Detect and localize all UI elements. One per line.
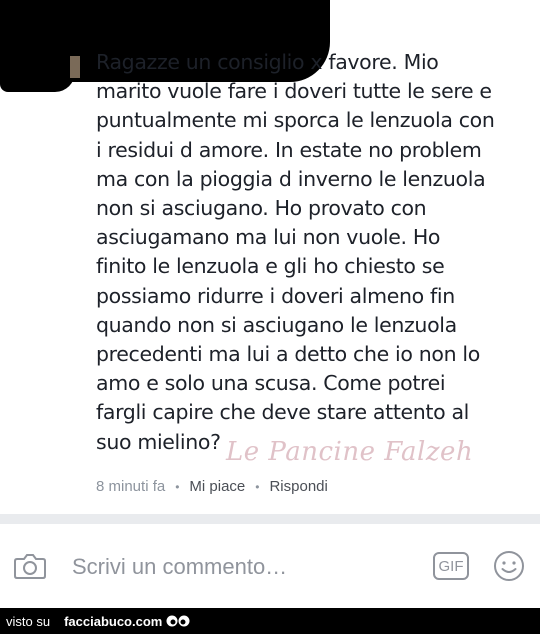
comment-body: Ragazze un consiglio x favore. Mio marit… <box>96 50 495 454</box>
camera-icon[interactable] <box>14 552 46 580</box>
site-footer: visto su facciabuco.com <box>0 608 540 634</box>
like-button[interactable]: Mi piace <box>189 478 245 495</box>
meta-separator: • <box>255 479 260 494</box>
footer-brand[interactable]: facciabuco.com <box>64 614 162 629</box>
comment-meta-row: 8 minuti fa • Mi piace • Rispondi <box>96 478 328 495</box>
comment-timestamp[interactable]: 8 minuti fa <box>96 478 165 495</box>
footer-visto-label: visto su <box>6 613 51 629</box>
watermark: Le Pancine Falzeh <box>226 437 474 467</box>
smiley-icon[interactable] <box>493 550 525 582</box>
eyes-icon <box>166 615 190 627</box>
section-divider <box>0 514 540 524</box>
reply-button[interactable]: Rispondi <box>269 478 327 495</box>
comment-input[interactable] <box>72 552 402 582</box>
gif-button[interactable]: GIF <box>433 552 469 580</box>
comment-composer: GIF <box>0 524 540 608</box>
avatar[interactable] <box>70 56 80 78</box>
redaction-block-tail <box>0 70 75 92</box>
meta-separator: • <box>175 479 180 494</box>
